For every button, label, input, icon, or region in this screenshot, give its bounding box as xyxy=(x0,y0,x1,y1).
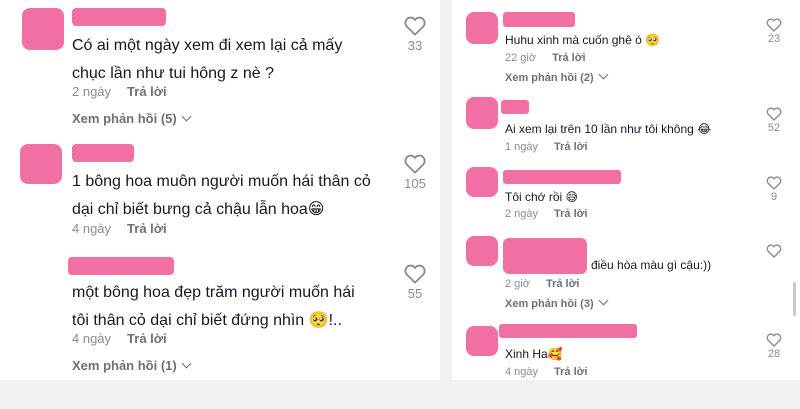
like-button[interactable]: 28 xyxy=(760,333,788,360)
timestamp: 2 ngày xyxy=(505,208,539,220)
username[interactable] xyxy=(503,238,587,274)
heart-outline-icon xyxy=(404,16,426,36)
view-replies-button[interactable]: Xem phản hồi (3) xyxy=(505,295,609,310)
avatar[interactable] xyxy=(20,144,62,184)
reply-button[interactable]: Trả lời xyxy=(554,141,588,153)
chevron-down-icon xyxy=(181,358,192,369)
heart-outline-icon xyxy=(766,107,782,121)
like-count: 105 xyxy=(404,176,426,191)
like-button[interactable]: 52 xyxy=(760,107,788,134)
reply-button[interactable]: Trả lời xyxy=(546,278,580,290)
comment-list-left: Có ai một ngày xem đi xem lại cả mấy chụ… xyxy=(0,0,440,380)
timestamp: 2 giờ xyxy=(505,278,530,290)
view-replies-button[interactable]: Xem phản hồi (2) xyxy=(505,69,609,84)
chevron-down-icon xyxy=(181,111,192,122)
like-button[interactable]: 105 xyxy=(396,154,434,191)
timestamp: 4 ngày xyxy=(72,331,112,346)
reply-button[interactable]: Trả lời xyxy=(554,366,588,378)
username[interactable] xyxy=(72,144,134,162)
comment-meta: 4 ngày Trả lời xyxy=(72,221,167,236)
view-replies-button[interactable]: Xem phản hồi (1) xyxy=(72,358,192,373)
comment-list-right: Huhu xinh mà cuốn ghê ó 🥺 22 giờ Trả lời … xyxy=(452,0,800,380)
bottom-strip xyxy=(0,380,800,409)
comment-text: Tôi chớ rồi 😅 xyxy=(505,190,579,204)
comment-meta: 4 ngày Trả lời xyxy=(72,331,167,346)
like-button[interactable]: 55 xyxy=(398,264,432,301)
timestamp: 2 ngày xyxy=(72,84,112,99)
comment-meta: 22 giờ Trả lời xyxy=(505,52,586,64)
chevron-down-icon xyxy=(598,295,609,306)
reply-button[interactable]: Trả lời xyxy=(127,84,167,99)
avatar[interactable] xyxy=(466,12,498,44)
username[interactable] xyxy=(72,8,166,26)
comment-text: một bông hoa đẹp trăm người muốn hái tôi… xyxy=(72,284,355,329)
reply-button[interactable]: Trả lời xyxy=(554,208,588,220)
avatar[interactable] xyxy=(22,8,64,50)
like-button[interactable]: 9 xyxy=(760,176,788,203)
like-button[interactable] xyxy=(760,244,788,259)
heart-outline-icon xyxy=(766,176,782,190)
comment-meta: 4 ngày Trả lời xyxy=(505,366,588,378)
comment-text: Xinh Ha🥰 xyxy=(505,347,563,361)
view-replies-button[interactable]: Xem phản hồi (5) xyxy=(72,111,192,126)
like-count: 9 xyxy=(770,191,778,203)
comment-meta: 2 ngày Trả lời xyxy=(72,84,167,99)
heart-outline-icon xyxy=(766,18,782,32)
scrollbar[interactable] xyxy=(793,282,796,316)
chevron-down-icon xyxy=(598,69,609,80)
like-button[interactable]: 23 xyxy=(760,18,788,45)
like-count: 23 xyxy=(767,33,781,45)
like-count: 28 xyxy=(767,348,781,360)
reply-button[interactable]: Trả lời xyxy=(127,331,167,346)
panel-divider xyxy=(440,0,452,409)
like-count: 33 xyxy=(407,38,423,53)
username[interactable] xyxy=(503,12,575,27)
comment-meta: 1 ngày Trả lời xyxy=(505,141,588,153)
like-count: 55 xyxy=(407,286,423,301)
comment-text: Huhu xinh mà cuốn ghê ó 🥺 xyxy=(505,33,661,47)
heart-outline-icon xyxy=(766,333,782,347)
avatar[interactable] xyxy=(466,326,498,356)
heart-outline-icon xyxy=(404,264,426,284)
timestamp: 4 ngày xyxy=(72,221,112,236)
timestamp: 4 ngày xyxy=(505,366,539,378)
comment-meta: 2 giờ Trả lời xyxy=(505,278,579,290)
avatar[interactable] xyxy=(466,97,498,129)
timestamp: 22 giờ xyxy=(505,52,537,64)
avatar[interactable] xyxy=(466,167,498,197)
heart-outline-icon xyxy=(766,244,782,258)
comment-text: Có ai một ngày xem đi xem lại cả mấy chụ… xyxy=(72,37,343,82)
heart-outline-icon xyxy=(404,154,426,174)
username[interactable] xyxy=(499,324,637,338)
avatar[interactable] xyxy=(466,236,498,266)
reply-button[interactable]: Trả lời xyxy=(552,52,586,64)
comment-text: 1 bông hoa muôn người muốn hái thân cỏ d… xyxy=(72,173,371,218)
like-count: 52 xyxy=(767,122,781,134)
username[interactable] xyxy=(503,170,621,184)
username[interactable] xyxy=(68,257,174,275)
comment-text: Ai xem lại trên 10 lần như tôi không 😂 xyxy=(505,122,712,136)
comment-text: điều hòa màu gì cậu:)) xyxy=(591,258,712,272)
comment-meta: 2 ngày Trả lời xyxy=(505,208,588,220)
username[interactable] xyxy=(501,100,529,114)
like-button[interactable]: 33 xyxy=(398,16,432,53)
reply-button[interactable]: Trả lời xyxy=(127,221,167,236)
timestamp: 1 ngày xyxy=(505,141,539,153)
